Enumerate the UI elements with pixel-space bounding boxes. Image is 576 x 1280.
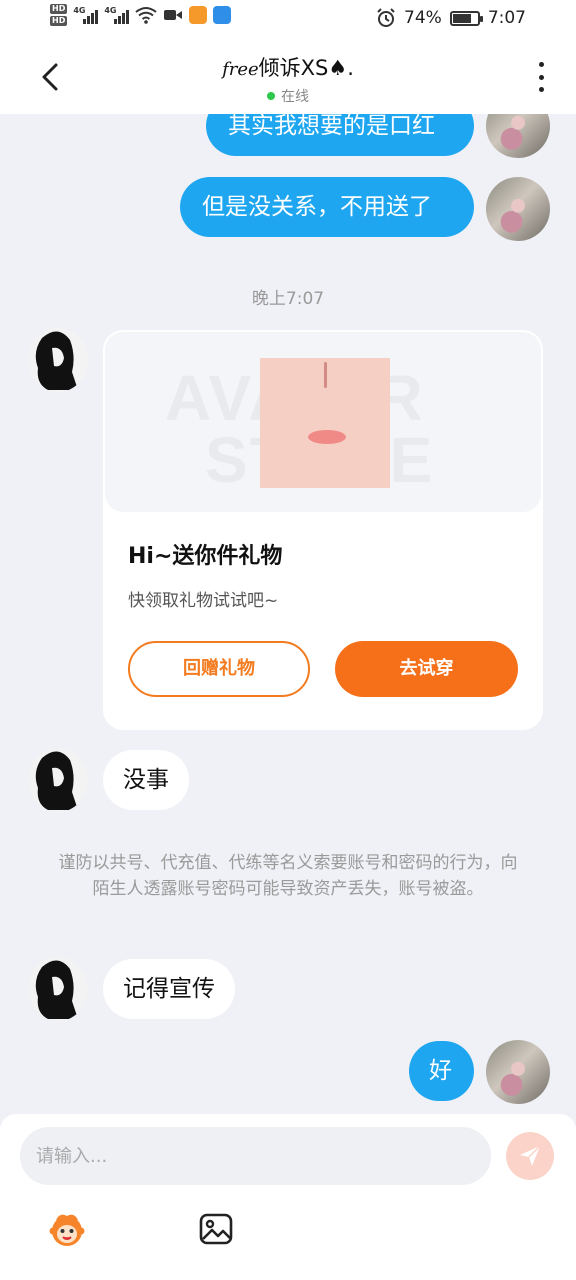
send-icon xyxy=(520,1145,541,1166)
avatar[interactable] xyxy=(28,328,88,392)
message-outgoing[interactable]: 但是没关系，不用送了 xyxy=(180,177,474,237)
message-outgoing[interactable]: 好 xyxy=(409,1041,474,1101)
message-text: 记得宣传 xyxy=(123,976,215,1002)
message-text: 没事 xyxy=(123,767,169,793)
status-bar-right: 74% 7:07 xyxy=(376,8,526,28)
status-bar: HD HD 4G 4G 74% 7:07 xyxy=(0,0,576,40)
network-type-label-2: 4G xyxy=(104,6,117,15)
send-button[interactable] xyxy=(506,1132,554,1180)
chat-title: free倾诉XS♠. xyxy=(0,52,576,82)
avatar[interactable] xyxy=(28,957,88,1021)
return-gift-button[interactable]: 回赠礼物 xyxy=(128,641,310,697)
online-status: 在线 xyxy=(0,86,576,106)
gift-card-preview: AVATAR STORE xyxy=(105,332,541,512)
video-icon xyxy=(164,10,183,20)
safety-notice: 谨防以共号、代充值、代练等名义索要账号和密码的行为，向陌生人透露账号密码可能导致… xyxy=(58,853,518,899)
try-on-button[interactable]: 去试穿 xyxy=(335,641,518,697)
more-icon[interactable] xyxy=(536,62,546,92)
emoji-icon[interactable] xyxy=(48,1210,86,1248)
wifi-icon xyxy=(135,7,157,24)
image-icon[interactable] xyxy=(197,1210,235,1248)
hd-label-1: HD xyxy=(50,4,68,14)
avatar[interactable] xyxy=(486,1040,550,1104)
chat-header: free倾诉XS♠. 在线 xyxy=(0,40,576,114)
app-notification-icon-2 xyxy=(213,6,232,24)
message-text: 但是没关系，不用送了 xyxy=(202,194,432,220)
chat-title-main: 倾诉XS♠. xyxy=(258,56,354,80)
message-input[interactable] xyxy=(20,1127,491,1185)
chat-title-block: free倾诉XS♠. 在线 xyxy=(0,52,576,106)
message-timestamp: 晚上7:07 xyxy=(251,289,325,309)
signal-icon: 4G xyxy=(73,6,99,24)
message-incoming[interactable]: 记得宣传 xyxy=(103,959,235,1019)
battery-percent: 74% xyxy=(404,8,442,28)
gift-card-title: Hi~送你件礼物 xyxy=(128,544,283,569)
message-incoming[interactable]: 没事 xyxy=(103,750,189,810)
avatar[interactable] xyxy=(486,177,550,241)
avatar[interactable] xyxy=(28,748,88,812)
message-text: 好 xyxy=(429,1058,452,1084)
chat-title-script: free xyxy=(222,59,259,80)
hd-label-2: HD xyxy=(50,16,68,26)
clock: 7:07 xyxy=(487,8,526,28)
status-bar-left: HD HD 4G 4G xyxy=(50,4,232,26)
signal-icon-2: 4G xyxy=(104,6,130,24)
network-type-label: 4G xyxy=(73,6,86,15)
battery-icon xyxy=(449,10,483,26)
hd-indicators: HD HD xyxy=(50,4,68,26)
gift-lipstick-image xyxy=(260,358,390,488)
input-bar xyxy=(0,1114,576,1280)
online-dot xyxy=(267,92,275,100)
alarm-icon xyxy=(377,8,395,27)
message-text: 其实我想要的是口红 xyxy=(228,113,435,139)
app-notification-icon xyxy=(189,6,208,24)
gift-card[interactable]: AVATAR STORE Hi~送你件礼物 快领取礼物试试吧~ 回赠礼物 去试穿 xyxy=(103,330,543,730)
gift-card-subtitle: 快领取礼物试试吧~ xyxy=(128,591,279,611)
online-status-label: 在线 xyxy=(281,89,309,105)
